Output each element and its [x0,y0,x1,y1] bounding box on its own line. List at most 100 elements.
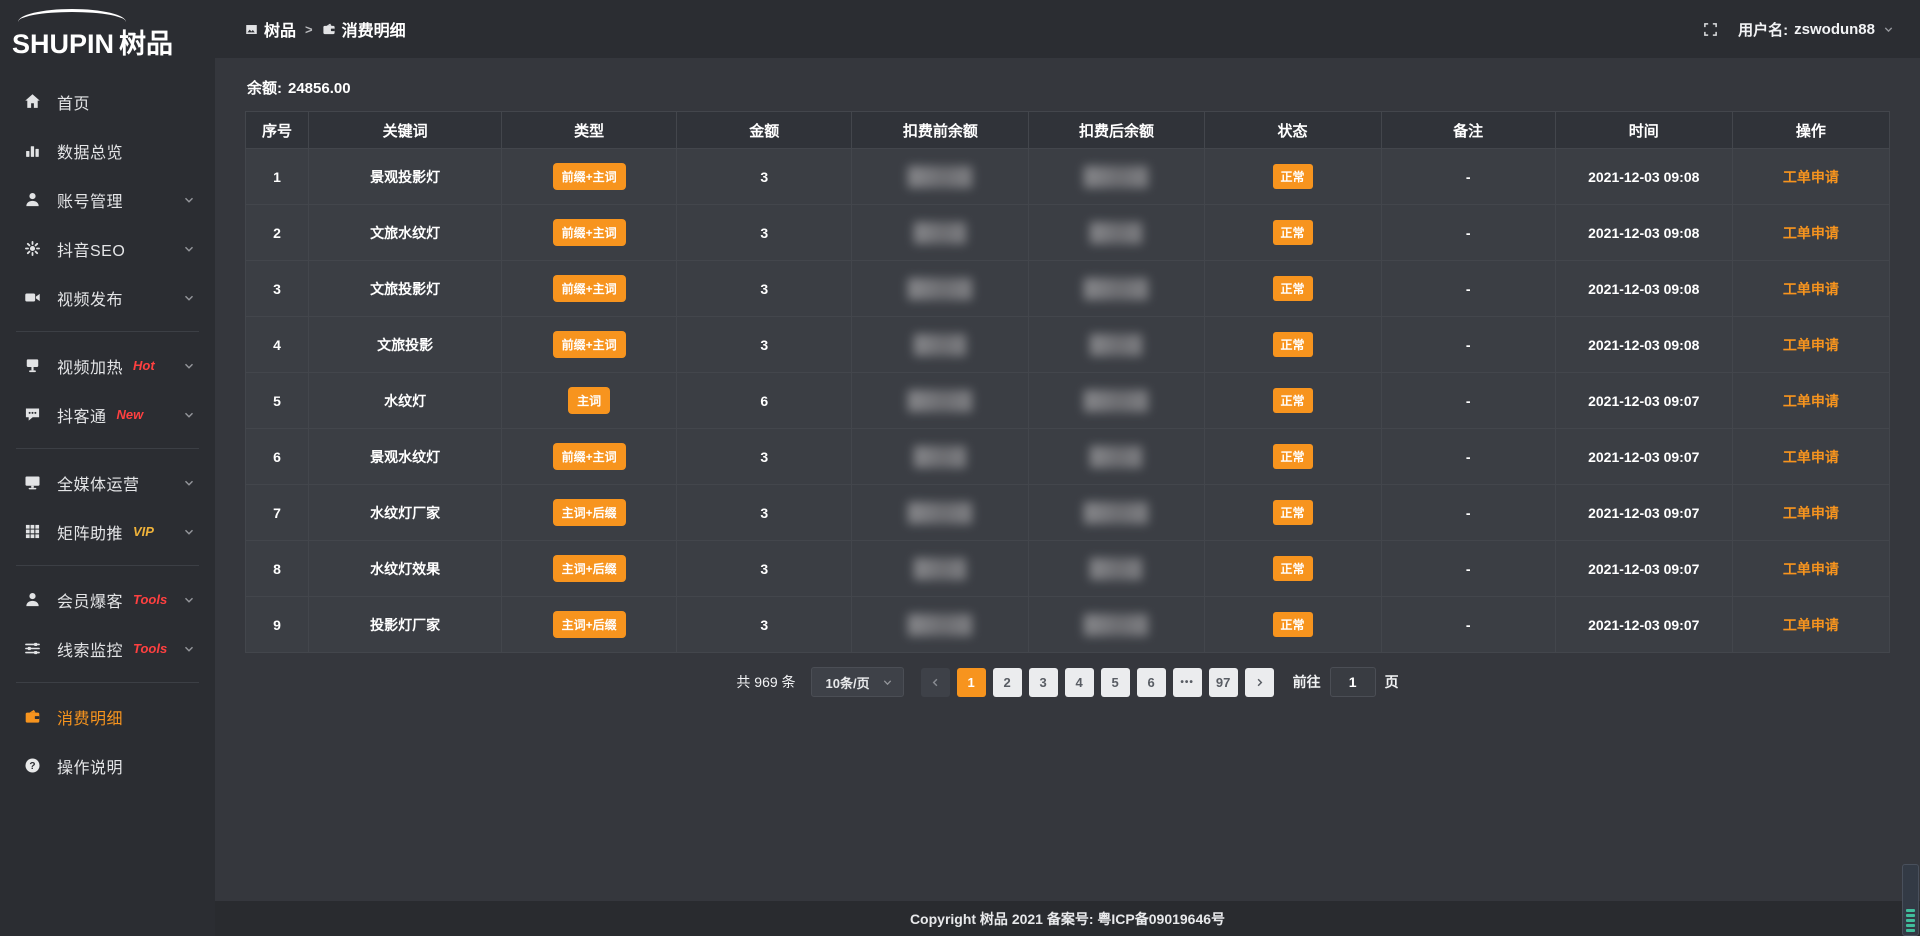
wallet-icon [322,21,336,38]
cell-status: 正常 [1204,317,1381,373]
work-order-link[interactable]: 工单申请 [1783,449,1839,465]
sidebar-item-douketong[interactable]: 抖客通 New [0,390,215,439]
screen-icon [24,357,44,374]
breadcrumb-separator: > [305,22,313,37]
sidebar-item-account-management[interactable]: 账号管理 [0,175,215,224]
page-button[interactable]: 6 [1137,668,1166,697]
chevron-down-icon [183,409,195,421]
page-size-select[interactable]: 10条/页 [811,667,904,697]
breadcrumb-root[interactable]: 树品 [245,17,296,41]
cell-note: - [1381,261,1555,317]
cell-time: 2021-12-03 09:07 [1555,429,1732,485]
table-row: 6 景观水纹灯 前缀+主词 3 正常 - 2021-12-03 09:07 工单… [246,429,1890,485]
cell-status: 正常 [1204,261,1381,317]
cell-type: 主词+后缀 [502,597,677,653]
main-area: 余额:24856.00 序号关键词类型金额扣费前余额扣费后余额状态备注时间操作 … [215,58,1920,901]
redacted-balance [914,558,966,580]
consumption-table: 序号关键词类型金额扣费前余额扣费后余额状态备注时间操作 1 景观投影灯 前缀+主… [245,111,1890,653]
cell-post-balance [1029,373,1204,429]
cell-action: 工单申请 [1732,541,1889,597]
user-icon [24,191,44,208]
sidebar-item-label: 抖音SEO [57,237,125,261]
work-order-link[interactable]: 工单申请 [1783,505,1839,521]
type-badge: 主词 [568,387,610,414]
sidebar-item-member-baoke[interactable]: 会员爆客 Tools [0,575,215,624]
cell-index: 7 [246,485,309,541]
cell-keyword: 文旅投影 [309,317,502,373]
cell-index: 4 [246,317,309,373]
balance-label: 余额: [247,80,282,97]
widget-stripe [1906,914,1915,917]
sidebar-item-douyin-seo[interactable]: 抖音SEO [0,224,215,273]
work-order-link[interactable]: 工单申请 [1783,225,1839,241]
page-button[interactable]: 3 [1029,668,1058,697]
cell-note: - [1381,541,1555,597]
work-order-link[interactable]: 工单申请 [1783,561,1839,577]
page-button[interactable]: 97 [1209,668,1238,697]
cell-pre-balance [852,485,1029,541]
sidebar-item-clue-monitor[interactable]: 线索监控 Tools [0,624,215,673]
goto-page: 前往 页 [1293,667,1399,697]
cell-status: 正常 [1204,485,1381,541]
work-order-link[interactable]: 工单申请 [1783,281,1839,297]
redacted-balance [1084,390,1148,412]
redacted-balance [1084,502,1148,524]
sidebar-item-operation-guide[interactable]: ? 操作说明 [0,741,215,790]
work-order-link[interactable]: 工单申请 [1783,337,1839,353]
sidebar-item-media-operation[interactable]: 全媒体运营 [0,458,215,507]
sidebar-item-home[interactable]: 首页 [0,77,215,126]
logo-arc [18,9,126,22]
work-order-link[interactable]: 工单申请 [1783,617,1839,633]
page-ellipsis-button[interactable]: ••• [1173,668,1202,697]
column-header: 扣费前余额 [852,112,1029,149]
cell-type: 前缀+主词 [502,149,677,205]
page-button[interactable]: 2 [993,668,1022,697]
cell-post-balance [1029,317,1204,373]
user-menu[interactable]: 用户名: zswodun88 [1738,19,1894,40]
cell-time: 2021-12-03 09:08 [1555,205,1732,261]
bar-chart-icon [24,142,44,159]
cell-pre-balance [852,261,1029,317]
table-row: 9 投影灯厂家 主词+后缀 3 正常 - 2021-12-03 09:07 工单… [246,597,1890,653]
cell-action: 工单申请 [1732,429,1889,485]
chat-icon [24,406,44,423]
redacted-balance [1084,278,1148,300]
cell-type: 主词 [502,373,677,429]
sidebar-item-video-heat[interactable]: 视频加热 Hot [0,341,215,390]
status-badge: 正常 [1273,612,1313,637]
sidebar-item-label: 首页 [57,90,90,114]
sidebar-item-matrix-boost[interactable]: 矩阵助推 VIP [0,507,215,556]
page-button[interactable]: 5 [1101,668,1130,697]
goto-input[interactable] [1330,667,1376,697]
page-button-active[interactable]: 1 [957,668,986,697]
status-badge: 正常 [1273,332,1313,357]
fullscreen-icon[interactable] [1703,22,1718,37]
type-badge: 主词+后缀 [553,555,626,582]
page-next-button[interactable] [1245,668,1274,697]
cell-status: 正常 [1204,149,1381,205]
cell-amount: 3 [677,429,852,485]
cell-status: 正常 [1204,541,1381,597]
cell-index: 9 [246,597,309,653]
chevron-down-icon [183,194,195,206]
cell-note: - [1381,149,1555,205]
breadcrumb-current[interactable]: 消费明细 [322,17,406,41]
sidebar-item-consume-detail[interactable]: 消费明细 [0,692,215,741]
cell-post-balance [1029,149,1204,205]
sidebar-item-data-overview[interactable]: 数据总览 [0,126,215,175]
balance: 余额:24856.00 [247,77,1888,98]
floating-widget[interactable] [1902,864,1919,936]
work-order-link[interactable]: 工单申请 [1783,169,1839,185]
table-header-row: 序号关键词类型金额扣费前余额扣费后余额状态备注时间操作 [246,112,1890,149]
sidebar-menu: 首页 数据总览 账号管理 抖音SEO 视频发布 视频加热 H [0,63,215,936]
chevron-down-icon [183,526,195,538]
breadcrumb: 树品 > 消费明细 [245,17,406,41]
work-order-link[interactable]: 工单申请 [1783,393,1839,409]
cell-action: 工单申请 [1732,317,1889,373]
sidebar-item-video-publish[interactable]: 视频发布 [0,273,215,322]
page-prev-button[interactable] [921,668,950,697]
cell-post-balance [1029,205,1204,261]
cell-amount: 3 [677,541,852,597]
page-button[interactable]: 4 [1065,668,1094,697]
cell-post-balance [1029,485,1204,541]
